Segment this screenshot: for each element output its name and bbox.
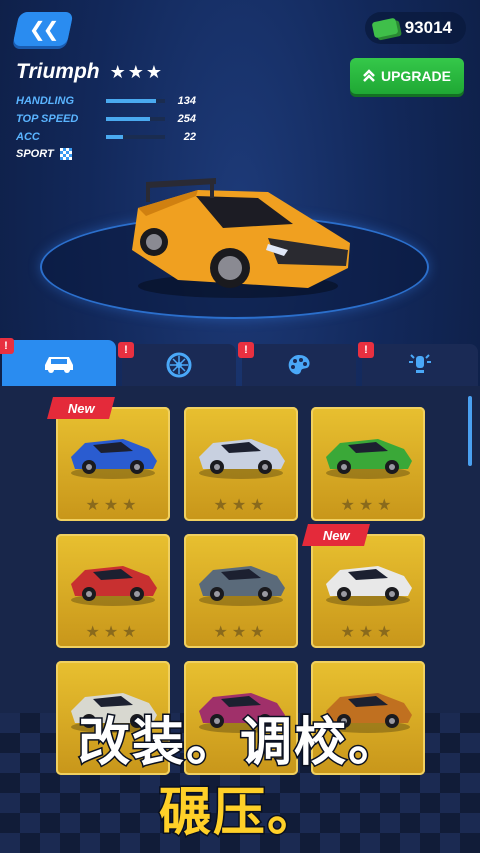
hero-car-image[interactable]: [118, 168, 358, 303]
stat-bar: [105, 99, 165, 103]
new-badge-label: New: [67, 400, 95, 416]
car-card[interactable]: ★★★: [311, 407, 425, 521]
checkered-flag-icon: [59, 148, 72, 160]
stat-label: HANDLING: [16, 95, 75, 107]
car-card[interactable]: ★★★: [311, 534, 425, 648]
slogan-line-2: 碾压。: [0, 770, 480, 845]
light-bulb-icon: [409, 354, 431, 373]
paint-palette-icon: [288, 355, 310, 375]
alert-badge: !: [238, 342, 254, 358]
car-card[interactable]: ★★★: [56, 534, 170, 648]
double-chevron-up-icon: [363, 69, 375, 82]
new-badge: New: [47, 397, 115, 419]
car-thumbnail: [326, 439, 412, 479]
tab-wheels[interactable]: !: [118, 342, 236, 386]
back-button[interactable]: ❮❮: [12, 12, 74, 46]
currency-amount: 93014: [404, 18, 452, 37]
car-class-label: SPORT: [16, 148, 54, 160]
car-title: Triumph ★★★: [16, 60, 164, 84]
slogan-line-2-text: 碾压。: [157, 783, 321, 844]
car-thumbnail: [71, 566, 157, 606]
tab-paint[interactable]: !: [238, 342, 356, 386]
car-icon: [45, 357, 73, 373]
grid-scrollbar[interactable]: [468, 396, 472, 466]
upgrade-label: UPGRADE: [380, 68, 451, 84]
double-chevron-left-icon: ❮❮: [29, 18, 57, 41]
stat-handling: HANDLING 134: [16, 92, 196, 110]
car-thumbnail: [199, 566, 285, 606]
stat-bar-fill: [105, 99, 156, 103]
car-thumbnail: [71, 439, 157, 479]
upgrade-button[interactable]: UPGRADE: [350, 58, 464, 94]
currency-display: 93014: [364, 12, 466, 44]
card-stars: ★★★: [213, 624, 269, 641]
stat-bar-fill: [105, 117, 150, 121]
card-stars: ★★★: [213, 497, 269, 514]
stat-label: TOP SPEED: [16, 113, 79, 125]
cash-stack-icon: [371, 17, 399, 39]
card-stars: ★★★: [85, 624, 141, 641]
stat-bar-fill: [105, 135, 124, 139]
wheel-icon: [166, 352, 192, 378]
card-stars: ★★★: [85, 497, 141, 514]
tab-lights[interactable]: !: [358, 342, 478, 386]
card-stars: ★★★: [340, 624, 396, 641]
alert-badge: !: [0, 338, 14, 354]
stat-acc: ACC 22: [16, 128, 196, 146]
alert-badge: !: [358, 342, 374, 358]
car-card[interactable]: ★★★: [184, 534, 298, 648]
stat-value: 22: [183, 131, 196, 143]
card-stars: ★★★: [340, 497, 396, 514]
car-thumbnail: [326, 566, 412, 606]
alert-badge: !: [118, 342, 134, 358]
stat-bar: [105, 135, 165, 139]
new-badge: New: [302, 524, 370, 546]
stat-bar: [105, 117, 165, 121]
tab-cars[interactable]: !: [0, 338, 116, 386]
stat-value: 254: [177, 113, 196, 125]
car-card[interactable]: ★★★: [184, 407, 298, 521]
car-thumbnail: [199, 439, 285, 479]
car-name: Triumph: [16, 60, 100, 83]
car-class: SPORT: [16, 148, 196, 160]
new-badge-label: New: [322, 527, 350, 543]
car-stats: HANDLING 134 TOP SPEED 254 ACC 22 SPORT: [16, 92, 196, 160]
slogan-line-1: 改装。调校。: [76, 713, 402, 774]
stat-value: 134: [177, 95, 196, 107]
car-stars: ★★★: [109, 61, 165, 82]
stat-top-speed: TOP SPEED 254: [16, 110, 196, 128]
stat-label: ACC: [16, 131, 40, 143]
customization-tabs: ! ! ! !: [0, 338, 480, 386]
car-card[interactable]: ★★★: [56, 407, 170, 521]
